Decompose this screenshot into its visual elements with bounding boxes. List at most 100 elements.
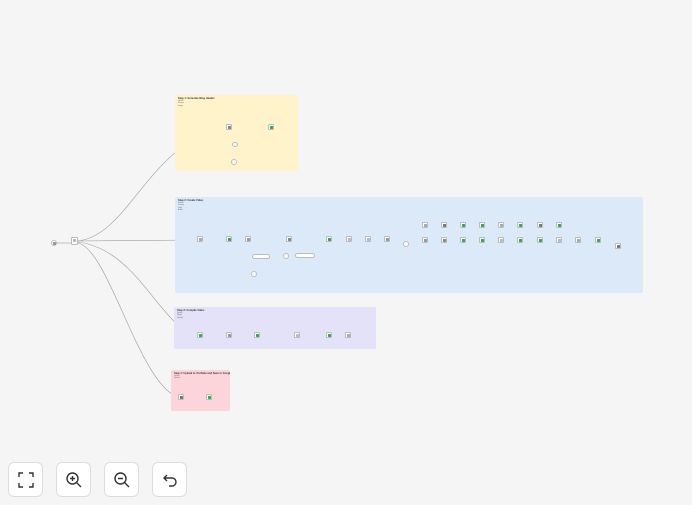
node[interactable] xyxy=(460,222,466,228)
code-icon xyxy=(424,224,427,227)
sticky-note-step-3[interactable]: Step 3: Compile Video Details Merge Uplo… xyxy=(174,307,376,349)
node[interactable] xyxy=(326,236,332,242)
node[interactable] xyxy=(226,236,232,242)
sticky-note-text: Image xyxy=(178,104,183,107)
node[interactable] xyxy=(537,222,543,228)
openai-icon xyxy=(288,238,291,241)
drive-icon xyxy=(208,396,211,399)
sheets-icon xyxy=(539,239,542,242)
sheets-icon xyxy=(328,238,331,241)
node[interactable] xyxy=(326,332,332,338)
fit-view-button[interactable] xyxy=(8,462,43,497)
node[interactable] xyxy=(206,394,212,400)
fit-view-icon xyxy=(17,471,34,488)
zoom-in-button[interactable] xyxy=(56,462,91,497)
drive-icon xyxy=(519,224,522,227)
drive-icon xyxy=(481,239,484,242)
sheets-icon xyxy=(462,224,465,227)
wait-icon xyxy=(500,239,503,242)
sheets-icon xyxy=(462,239,465,242)
openai-icon xyxy=(443,239,446,242)
trigger-node[interactable] xyxy=(51,240,57,246)
node[interactable] xyxy=(441,237,447,243)
node[interactable] xyxy=(479,237,485,243)
undo-icon xyxy=(162,474,177,487)
http-icon xyxy=(424,239,427,242)
trigger-icon xyxy=(53,242,56,245)
node[interactable] xyxy=(365,236,371,242)
node[interactable] xyxy=(294,332,300,338)
drive-icon xyxy=(481,224,484,227)
node[interactable] xyxy=(595,237,601,243)
settings-icon xyxy=(73,239,76,242)
sheets-icon xyxy=(228,238,231,241)
node[interactable] xyxy=(245,236,251,242)
zoom-out-button[interactable] xyxy=(104,462,139,497)
sticky-note-title: Step 4: Upload to YouTube and Save to Go… xyxy=(174,372,230,375)
node[interactable] xyxy=(575,237,581,243)
sticky-note-text: Upload xyxy=(177,316,183,319)
node[interactable] xyxy=(252,254,270,259)
node[interactable] xyxy=(268,124,274,130)
node[interactable] xyxy=(226,124,232,130)
node[interactable] xyxy=(384,236,390,242)
node[interactable] xyxy=(346,236,352,242)
node[interactable] xyxy=(441,222,447,228)
sticky-note-text: Audio xyxy=(178,209,183,212)
sticky-note-step-4[interactable]: Step 4: Upload to YouTube and Save to Go… xyxy=(171,370,230,411)
code-icon xyxy=(577,239,580,242)
node[interactable] xyxy=(422,222,428,228)
node[interactable] xyxy=(537,237,543,243)
zoom-out-icon xyxy=(113,471,129,487)
node[interactable] xyxy=(178,394,184,400)
node[interactable] xyxy=(556,222,562,228)
node[interactable] xyxy=(517,222,523,228)
node[interactable] xyxy=(517,237,523,243)
wait-icon xyxy=(348,238,351,241)
node[interactable] xyxy=(403,241,409,247)
http-icon xyxy=(228,334,231,337)
wait-icon xyxy=(558,239,561,242)
node[interactable] xyxy=(556,237,562,243)
google-drive-icon xyxy=(270,126,273,129)
http-icon xyxy=(386,238,389,241)
code-icon xyxy=(500,224,503,227)
wait-icon xyxy=(367,238,370,241)
node[interactable] xyxy=(615,243,621,249)
node[interactable] xyxy=(251,271,257,277)
node[interactable] xyxy=(345,332,351,338)
upload-icon xyxy=(617,245,620,248)
sticky-note-step-2[interactable]: Step 2: Create Video Details Prompt Clip… xyxy=(175,197,643,293)
node[interactable] xyxy=(479,222,485,228)
node[interactable] xyxy=(254,332,260,338)
settings-node[interactable] xyxy=(71,237,78,245)
sheets-icon xyxy=(328,334,331,337)
node[interactable] xyxy=(231,159,237,165)
node[interactable] xyxy=(295,253,315,258)
sticky-note-text: Upload xyxy=(174,377,180,380)
node[interactable] xyxy=(197,332,203,338)
upload-icon xyxy=(443,224,446,227)
drive-icon xyxy=(256,334,259,337)
drive-icon xyxy=(597,239,600,242)
wait-icon xyxy=(296,334,299,337)
http-icon xyxy=(247,238,250,241)
code-icon xyxy=(199,238,202,241)
node[interactable] xyxy=(422,237,428,243)
openai-icon xyxy=(228,126,231,129)
node[interactable] xyxy=(286,236,292,242)
drive-icon xyxy=(519,239,522,242)
upload-icon xyxy=(539,224,542,227)
node[interactable] xyxy=(460,237,466,243)
node[interactable] xyxy=(232,142,238,147)
upload-icon xyxy=(180,396,183,399)
node[interactable] xyxy=(283,253,289,259)
sheets-icon xyxy=(558,224,561,227)
sheets-icon xyxy=(199,334,202,337)
node[interactable] xyxy=(498,222,504,228)
workflow-canvas[interactable]: Step 1: Generate Blog Header Details Pro… xyxy=(0,0,692,505)
reset-zoom-button[interactable] xyxy=(152,462,187,497)
node[interactable] xyxy=(226,332,232,338)
node[interactable] xyxy=(197,236,203,242)
node[interactable] xyxy=(498,237,504,243)
